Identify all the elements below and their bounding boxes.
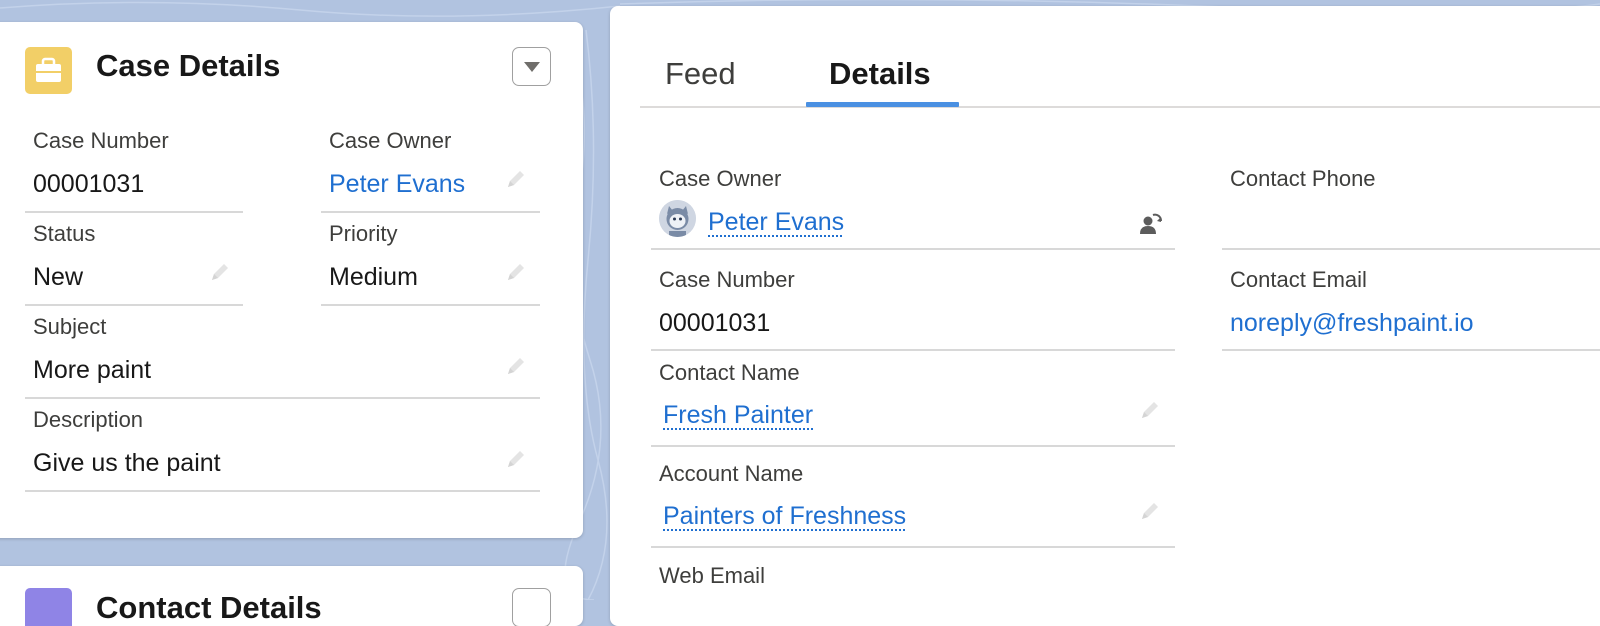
- field-label: Priority: [329, 221, 398, 246]
- case-details-card: Case Details Case Number 00001031 Case O…: [0, 22, 583, 538]
- field-value: 00001031: [33, 170, 145, 198]
- field-value: 00001031: [659, 309, 771, 337]
- field-label: Description: [33, 407, 144, 432]
- field-value: Medium: [329, 263, 418, 291]
- edit-pencil-icon[interactable]: [1138, 499, 1162, 523]
- field-divider: [1222, 349, 1600, 351]
- field-label: Contact Name: [659, 360, 800, 385]
- card-actions-dropdown-button[interactable]: [512, 588, 551, 626]
- edit-pencil-icon[interactable]: [504, 167, 528, 191]
- card-title: Contact Details: [96, 590, 322, 625]
- field-label: Subject: [33, 314, 107, 339]
- account-name-link[interactable]: Painters of Freshness: [663, 502, 906, 531]
- tabs-divider: [640, 106, 1600, 108]
- card-actions-dropdown-button[interactable]: [512, 47, 551, 86]
- edit-pencil-icon[interactable]: [504, 354, 528, 378]
- field-label: Web Email: [659, 563, 765, 588]
- case-owner-link[interactable]: Peter Evans: [329, 170, 465, 199]
- field-divider: [25, 211, 243, 213]
- contact-name-link[interactable]: Fresh Painter: [663, 401, 813, 430]
- field-label: Case Number: [33, 128, 169, 153]
- tab-feed[interactable]: Feed: [665, 56, 736, 92]
- briefcase-icon: [25, 47, 72, 94]
- contact-icon: [25, 588, 72, 626]
- field-label: Case Number: [659, 267, 795, 292]
- field-divider: [321, 304, 540, 306]
- field-divider: [25, 397, 540, 399]
- field-divider: [25, 304, 243, 306]
- field-divider: [651, 349, 1175, 351]
- field-value: More paint: [33, 356, 152, 384]
- avatar: [659, 200, 696, 237]
- field-label: Case Owner: [329, 128, 452, 153]
- active-tab-indicator: [806, 102, 959, 107]
- field-label: Status: [33, 221, 96, 246]
- change-owner-icon[interactable]: [1138, 210, 1164, 236]
- field-divider: [651, 546, 1175, 548]
- field-label: Account Name: [659, 461, 804, 486]
- field-divider: [651, 248, 1175, 250]
- edit-pencil-icon[interactable]: [504, 447, 528, 471]
- contact-email-link[interactable]: noreply@freshpaint.io: [1230, 309, 1474, 338]
- card-title: Case Details: [96, 48, 281, 83]
- field-divider: [1222, 248, 1600, 250]
- field-label: Contact Phone: [1230, 166, 1376, 191]
- case-owner-link[interactable]: Peter Evans: [708, 208, 844, 237]
- edit-pencil-icon[interactable]: [504, 260, 528, 284]
- chevron-down-icon: [523, 61, 540, 72]
- field-divider: [651, 445, 1175, 447]
- field-divider: [25, 490, 540, 492]
- field-value: Give us the paint: [33, 449, 221, 477]
- field-label: Contact Email: [1230, 267, 1367, 292]
- tab-details[interactable]: Details: [829, 56, 931, 92]
- contact-details-card: Contact Details: [0, 566, 583, 626]
- field-value: New: [33, 263, 84, 291]
- edit-pencil-icon[interactable]: [1138, 398, 1162, 422]
- field-divider: [321, 211, 540, 213]
- record-details-panel: Feed Details Case Owner Peter Evans Case…: [610, 6, 1600, 626]
- field-label: Case Owner: [659, 166, 782, 191]
- edit-pencil-icon[interactable]: [208, 260, 232, 284]
